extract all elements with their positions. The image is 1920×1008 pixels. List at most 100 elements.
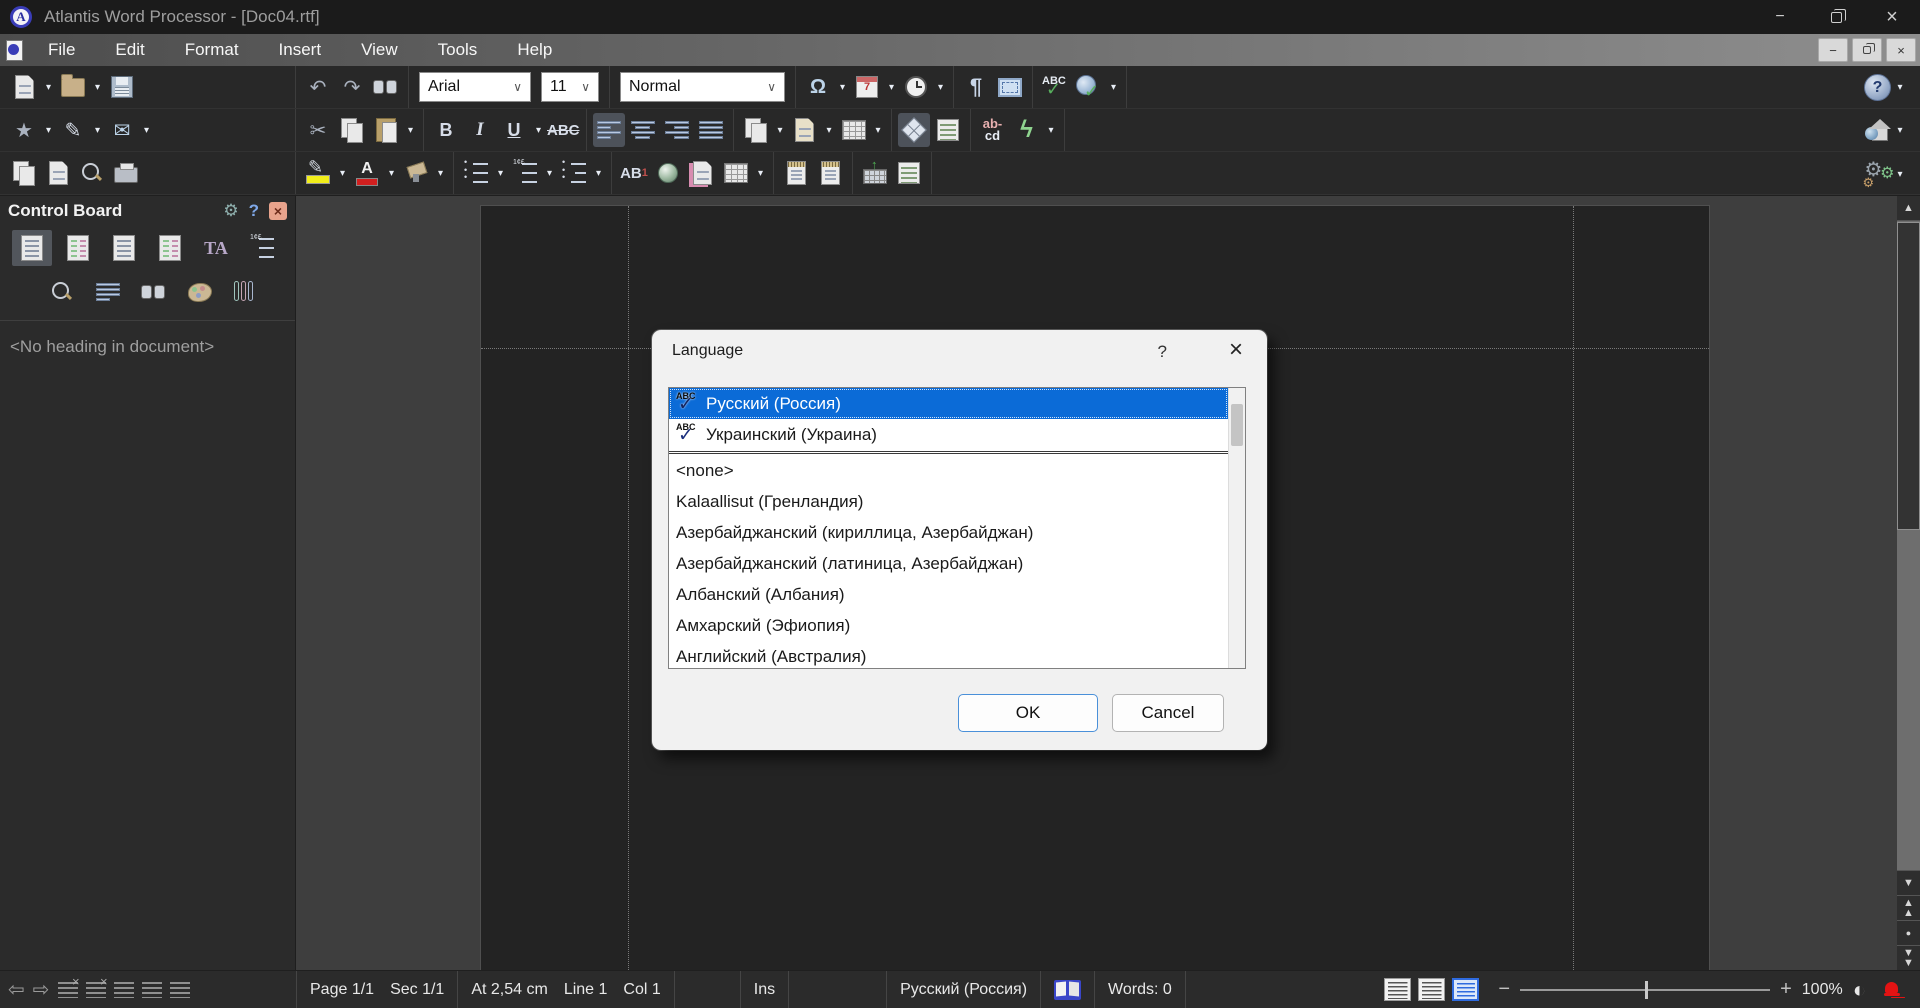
language-option[interactable]: ABC ✓ Русский (Россия) bbox=[669, 388, 1228, 419]
language-list[interactable]: ABC ✓ Русский (Россия) ABC ✓ Украинский (Укра… bbox=[668, 387, 1246, 669]
paste-button[interactable] bbox=[370, 113, 402, 147]
dialog-close-button[interactable]: × bbox=[1229, 336, 1243, 364]
insert-mode-cell[interactable]: Ins bbox=[739, 971, 788, 1008]
format-painter-dropdown[interactable]: ▾ bbox=[434, 168, 447, 179]
open-button[interactable] bbox=[57, 70, 89, 104]
page-view-button[interactable] bbox=[1452, 978, 1480, 1001]
italic-button[interactable]: I bbox=[464, 113, 496, 147]
save-button[interactable] bbox=[106, 70, 138, 104]
bookmark-document-button[interactable] bbox=[686, 156, 718, 190]
cb-find-tab[interactable] bbox=[134, 274, 174, 310]
export-table-button[interactable] bbox=[893, 156, 925, 190]
doc-restore-button[interactable] bbox=[1852, 38, 1882, 62]
send-mail-button[interactable]: ✉ bbox=[106, 113, 138, 147]
language-check-button[interactable]: ✓ bbox=[1073, 70, 1105, 104]
new-document-button[interactable] bbox=[8, 70, 40, 104]
cb-styles-tab[interactable] bbox=[58, 230, 98, 266]
next-page-button[interactable]: ▼ ▼ bbox=[1897, 945, 1920, 970]
help-button[interactable]: ? bbox=[1862, 71, 1894, 105]
close-button[interactable]: × bbox=[1864, 0, 1920, 34]
copy-button[interactable] bbox=[336, 113, 368, 147]
insert-image-dropdown[interactable]: ▾ bbox=[823, 125, 836, 136]
multilevel-list-dropdown[interactable]: ▾ bbox=[592, 168, 605, 179]
columns-dropdown[interactable]: ▾ bbox=[872, 125, 885, 136]
forward-arrow-icon[interactable]: ⇨ bbox=[33, 977, 50, 1002]
zoom-in-button[interactable]: + bbox=[1780, 978, 1792, 1001]
online-view-button[interactable] bbox=[1418, 978, 1446, 1001]
send-mail-dropdown[interactable]: ▾ bbox=[140, 125, 153, 136]
language-option[interactable]: Английский (Австралия) bbox=[669, 641, 1228, 668]
highlight-button[interactable] bbox=[302, 156, 334, 190]
numbered-list-dropdown[interactable]: ▾ bbox=[543, 168, 556, 179]
cb-zoom-tab[interactable] bbox=[42, 274, 82, 310]
insert-date-dropdown[interactable]: ▾ bbox=[885, 82, 898, 93]
home-button[interactable] bbox=[1862, 114, 1894, 148]
panel-settings-icon[interactable]: ⚙ bbox=[223, 201, 238, 221]
cb-outline-tab[interactable] bbox=[12, 230, 52, 266]
clipboard-panel-button[interactable] bbox=[8, 156, 40, 190]
quick-edit-button[interactable]: ✎ bbox=[57, 113, 89, 147]
options-button[interactable]: ⚙ ⚙ ⚙ bbox=[1862, 157, 1895, 191]
previous-page-button[interactable]: ▲ ▲ bbox=[1897, 895, 1920, 920]
formatting-marks-button[interactable]: ¶ bbox=[960, 70, 992, 104]
ok-button[interactable]: OK bbox=[958, 694, 1098, 732]
strikethrough-button[interactable]: ABC bbox=[547, 113, 580, 147]
find-button[interactable] bbox=[370, 70, 402, 104]
footnote-button[interactable]: AB 1 bbox=[618, 156, 650, 190]
draft-view-button[interactable] bbox=[1384, 978, 1412, 1001]
insert-image-button[interactable] bbox=[789, 113, 821, 147]
paste-dropdown[interactable]: ▾ bbox=[404, 125, 417, 136]
font-name-combo[interactable]: Arial ∨ bbox=[419, 72, 531, 102]
word-count-cell[interactable]: Words: 0 bbox=[1094, 971, 1185, 1008]
cb-list-tab[interactable] bbox=[242, 230, 282, 266]
back-arrow-icon[interactable]: ⇦ bbox=[8, 977, 25, 1002]
menu-format[interactable]: Format bbox=[170, 34, 254, 66]
favorites-button[interactable]: ★ bbox=[8, 113, 40, 147]
language-option[interactable]: Азербайджанский (кириллица, Азербайджан) bbox=[669, 517, 1228, 548]
language-option[interactable]: Азербайджанский (латиница, Азербайджан) bbox=[669, 548, 1228, 579]
insert-date-button[interactable]: 7 bbox=[851, 70, 883, 104]
bullet-list-button[interactable] bbox=[460, 156, 492, 190]
insert-time-button[interactable] bbox=[900, 70, 932, 104]
menu-help[interactable]: Help bbox=[502, 34, 567, 66]
dialog-help-button[interactable]: ? bbox=[1158, 342, 1167, 362]
insert-file-button[interactable] bbox=[740, 113, 772, 147]
undo-button[interactable]: ↶ bbox=[302, 70, 334, 104]
language-option[interactable]: <none> bbox=[669, 455, 1228, 486]
insert-time-dropdown[interactable]: ▾ bbox=[934, 82, 947, 93]
minimize-button[interactable]: − bbox=[1752, 0, 1808, 34]
indent-marker-icon[interactable] bbox=[113, 981, 134, 998]
open-dropdown[interactable]: ▾ bbox=[91, 82, 104, 93]
underline-dropdown[interactable]: ▾ bbox=[532, 125, 545, 136]
format-painter-button[interactable] bbox=[400, 156, 432, 190]
overtype-button[interactable] bbox=[859, 156, 891, 190]
panel-close-button[interactable]: × bbox=[269, 202, 287, 220]
notification-bell-icon[interactable] bbox=[1884, 981, 1900, 999]
document-properties-button[interactable] bbox=[932, 113, 964, 147]
zoom-slider-thumb[interactable] bbox=[1645, 980, 1649, 999]
doc-close-button[interactable]: × bbox=[1886, 38, 1916, 62]
insert-symbol-button[interactable]: Ω bbox=[802, 70, 834, 104]
position-status-cell[interactable]: At 2,54 cm Line 1 Col 1 bbox=[457, 971, 673, 1008]
doc-minimize-button[interactable]: − bbox=[1818, 38, 1848, 62]
insert-table-button[interactable] bbox=[720, 156, 752, 190]
cb-attachments-tab[interactable] bbox=[226, 274, 266, 310]
language-option[interactable]: Kalaallisut (Гренландия) bbox=[669, 486, 1228, 517]
theme-contrast-icon[interactable]: ◐ bbox=[1853, 977, 1866, 1003]
favorites-dropdown[interactable]: ▾ bbox=[42, 125, 55, 136]
cb-fonts-tab[interactable]: TA bbox=[196, 230, 236, 266]
zoom-level[interactable]: 100% bbox=[1802, 981, 1843, 999]
bold-button[interactable]: B bbox=[430, 113, 462, 147]
scroll-up-button[interactable]: ▲ bbox=[1897, 196, 1920, 221]
language-status-cell[interactable]: Русский (Россия) bbox=[886, 971, 1040, 1008]
fullscreen-button[interactable] bbox=[994, 70, 1026, 104]
document-system-icon[interactable] bbox=[6, 39, 23, 61]
restore-button[interactable] bbox=[1808, 0, 1864, 34]
notes-button[interactable] bbox=[42, 156, 74, 190]
cut-button[interactable]: ✂ bbox=[302, 113, 334, 147]
menu-insert[interactable]: Insert bbox=[264, 34, 337, 66]
autocorrect-button[interactable]: ϟ bbox=[1011, 113, 1043, 147]
page-status-cell[interactable]: Page 1/1 Sec 1/1 bbox=[296, 971, 457, 1008]
autocorrect-dropdown[interactable]: ▾ bbox=[1045, 125, 1058, 136]
special-symbols-button[interactable] bbox=[897, 113, 930, 147]
